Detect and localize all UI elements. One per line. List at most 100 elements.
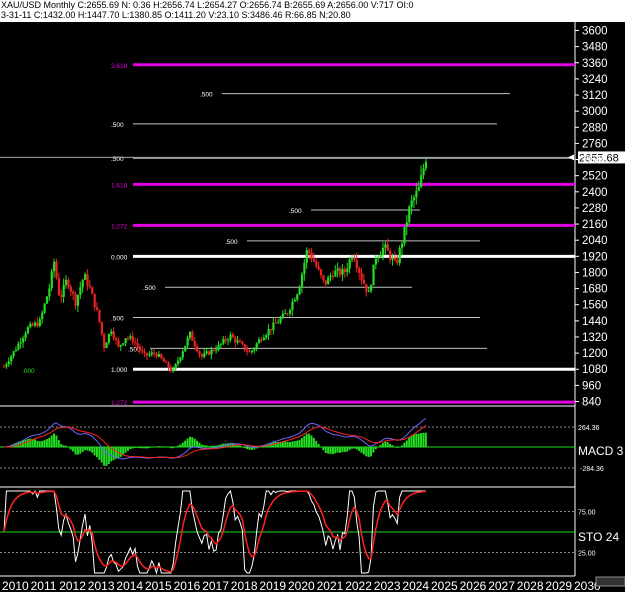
- candle-body: [53, 261, 56, 272]
- candle-body: [184, 345, 187, 352]
- x-tick-label: 2029: [545, 579, 572, 592]
- candle-body: [79, 287, 82, 296]
- candle-body: [327, 277, 330, 285]
- candle-body: [115, 338, 118, 341]
- macd-tick-label: -284.36: [580, 466, 604, 473]
- candle-body: [153, 352, 156, 354]
- fib-level-label: .500: [225, 239, 238, 246]
- candle-body: [343, 269, 347, 273]
- candle-body: [45, 296, 49, 304]
- candle-body: [17, 343, 20, 350]
- price-panel[interactable]: 2.618 .500 .500 .500 1.618 .500 1.272 .500 0.000…: [0, 63, 575, 407]
- candle-body: [126, 338, 130, 340]
- candle-body: [250, 350, 254, 353]
- candle-body: [362, 279, 366, 285]
- candle-body: [119, 344, 122, 347]
- y-tick-label: 840: [582, 397, 601, 409]
- fib-level-label: .500: [111, 122, 124, 129]
- candle-body: [336, 268, 339, 271]
- candle-body: [274, 322, 277, 324]
- x-tick-label: 2015: [145, 579, 172, 592]
- y-tick-label: 3240: [582, 74, 608, 86]
- candle-body: [143, 351, 146, 353]
- x-tick-label: 2023: [374, 579, 401, 592]
- fib-level-label: 1.000: [111, 367, 128, 374]
- candle-body: [222, 339, 225, 344]
- candle-body: [55, 261, 58, 278]
- y-tick-label: 2880: [582, 122, 608, 134]
- candle-body: [253, 348, 256, 351]
- candle-body: [64, 279, 68, 285]
- candle-body: [238, 340, 242, 343]
- candle-body: [303, 262, 306, 275]
- candle-body: [179, 357, 182, 361]
- fib-level-label: 0.000: [111, 254, 128, 261]
- x-tick-label: 2013: [88, 579, 115, 592]
- fib-level-label: 1.618: [111, 182, 128, 189]
- y-tick-label: 1680: [582, 284, 608, 296]
- candle-body: [157, 354, 161, 357]
- y-tick-label: 2040: [582, 235, 608, 247]
- sto-label: STO 24: [578, 530, 619, 544]
- candle-body: [200, 354, 204, 357]
- candle-body: [131, 336, 134, 342]
- candle-body: [146, 352, 149, 356]
- candle-body: [3, 366, 6, 368]
- candle-body: [5, 364, 8, 367]
- candle-body: [36, 322, 39, 327]
- stochastic-panel[interactable]: [0, 489, 575, 575]
- candle-body: [176, 360, 180, 364]
- candle-body: [43, 303, 46, 313]
- candle-body: [231, 334, 234, 338]
- candle-body: [384, 244, 387, 248]
- candle-body: [103, 334, 106, 348]
- chart-canvas[interactable]: 2.618 .500 .500 .500 1.618 .500 1.272 .500 0.000…: [0, 22, 625, 592]
- x-tick-label: 2026: [460, 579, 487, 592]
- candle-body: [422, 168, 425, 176]
- candle-body: [81, 279, 84, 288]
- candle-body: [420, 175, 423, 187]
- y-tick-label: 2760: [582, 138, 608, 150]
- candle-body: [205, 351, 208, 354]
- last-price-marker: [568, 154, 574, 161]
- candle-body: [381, 247, 385, 255]
- candle-body: [415, 190, 418, 198]
- candle-body: [93, 293, 96, 308]
- candle-body: [227, 339, 230, 341]
- candle-body: [165, 361, 168, 363]
- candle-body: [167, 362, 170, 368]
- y-tick-label: 2160: [582, 219, 608, 231]
- candle-body: [403, 226, 406, 244]
- candle-body: [424, 161, 428, 169]
- y-tick-label: 960: [582, 380, 601, 392]
- candle-body: [272, 322, 275, 331]
- candle-body: [141, 350, 144, 352]
- candle-body: [155, 353, 158, 357]
- candle-body: [74, 293, 77, 306]
- candle-body: [265, 335, 268, 338]
- candle-body: [148, 354, 151, 356]
- candle-body: [234, 337, 237, 343]
- x-tick-label: 2022: [345, 579, 372, 592]
- y-tick-label: 3360: [582, 58, 608, 70]
- candle-body: [193, 340, 196, 347]
- candle-body: [122, 343, 125, 345]
- x-tick-label: 2024: [402, 579, 429, 592]
- y-tick-label: 3600: [582, 26, 608, 38]
- candle-body: [105, 342, 108, 348]
- candle-body: [246, 350, 249, 352]
- candle-body: [236, 340, 239, 343]
- candle-body: [160, 354, 163, 359]
- candle-body: [417, 186, 420, 191]
- macd-panel[interactable]: [0, 417, 575, 469]
- candle-body: [262, 337, 265, 341]
- candle-body: [7, 361, 10, 365]
- fib-level-label: .500: [289, 208, 302, 215]
- candle-body: [298, 287, 301, 295]
- x-tick-label: 2019: [259, 579, 286, 592]
- candle-body: [86, 274, 89, 286]
- candle-body: [124, 338, 127, 344]
- candle-body: [331, 275, 335, 277]
- candle-body: [26, 327, 30, 334]
- macd-tick-label: 264.36: [578, 425, 600, 432]
